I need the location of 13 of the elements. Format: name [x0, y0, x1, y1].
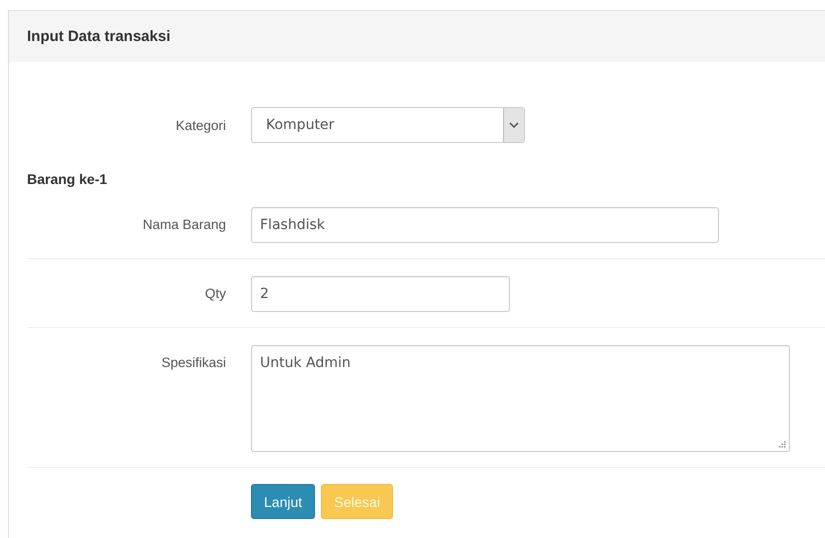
- text-area[interactable]: Untuk Admin: [251, 345, 790, 452]
- field-label: Nama Barang: [142, 216, 226, 234]
- field-label: Spesifikasi: [160, 354, 226, 372]
- category-select[interactable]: Komputer: [251, 107, 525, 143]
- section-title: Barang ke-1: [27, 171, 108, 189]
- chevron-down-icon[interactable]: [503, 108, 524, 142]
- panel-title: Input Data transaksi: [27, 28, 170, 45]
- input-field[interactable]: Flashdisk: [251, 207, 719, 243]
- input-field[interactable]: 2: [251, 276, 510, 312]
- resize-grip-icon[interactable]: [779, 441, 786, 448]
- field-label: Qty: [204, 285, 226, 303]
- field-label: Kategori: [174, 118, 226, 132]
- next-button[interactable]: Lanjut: [251, 484, 316, 519]
